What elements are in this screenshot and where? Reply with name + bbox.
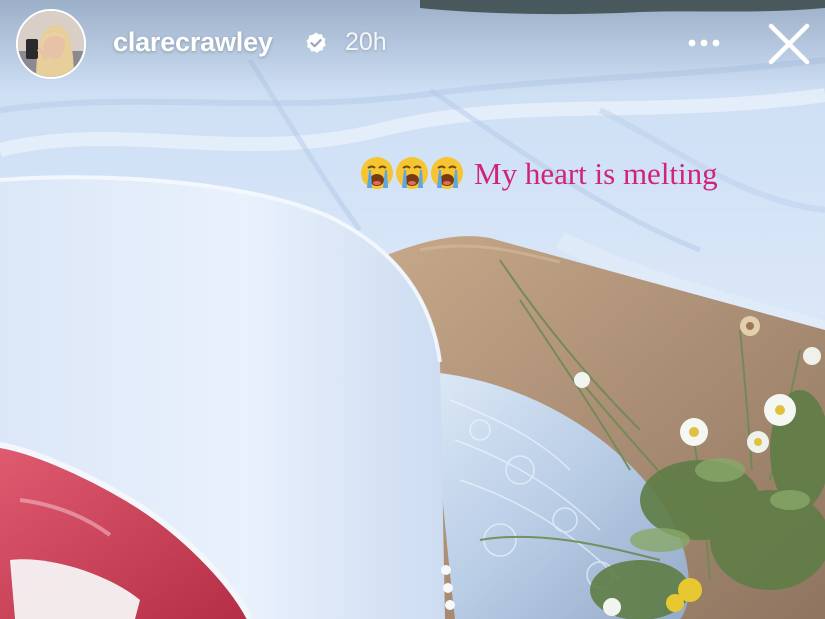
more-options-icon[interactable] [684, 26, 724, 60]
loudly-crying-face-emoji [396, 157, 428, 189]
caption-text: My heart is melting [474, 155, 718, 191]
loudly-crying-face-emoji [431, 157, 463, 189]
post-timestamp: 20h [345, 28, 387, 56]
story-viewer: clarecrawley 20h My heart is melting [0, 0, 825, 619]
story-photo[interactable] [0, 0, 825, 619]
story-header: clarecrawley 20h [0, 0, 825, 92]
emoji-group [360, 156, 464, 190]
username[interactable]: clarecrawley [113, 27, 273, 58]
story-caption: My heart is melting [360, 156, 718, 190]
close-icon[interactable] [764, 19, 814, 69]
loudly-crying-face-emoji [361, 157, 393, 189]
profile-avatar[interactable] [16, 9, 86, 79]
verified-badge-icon [306, 32, 326, 53]
